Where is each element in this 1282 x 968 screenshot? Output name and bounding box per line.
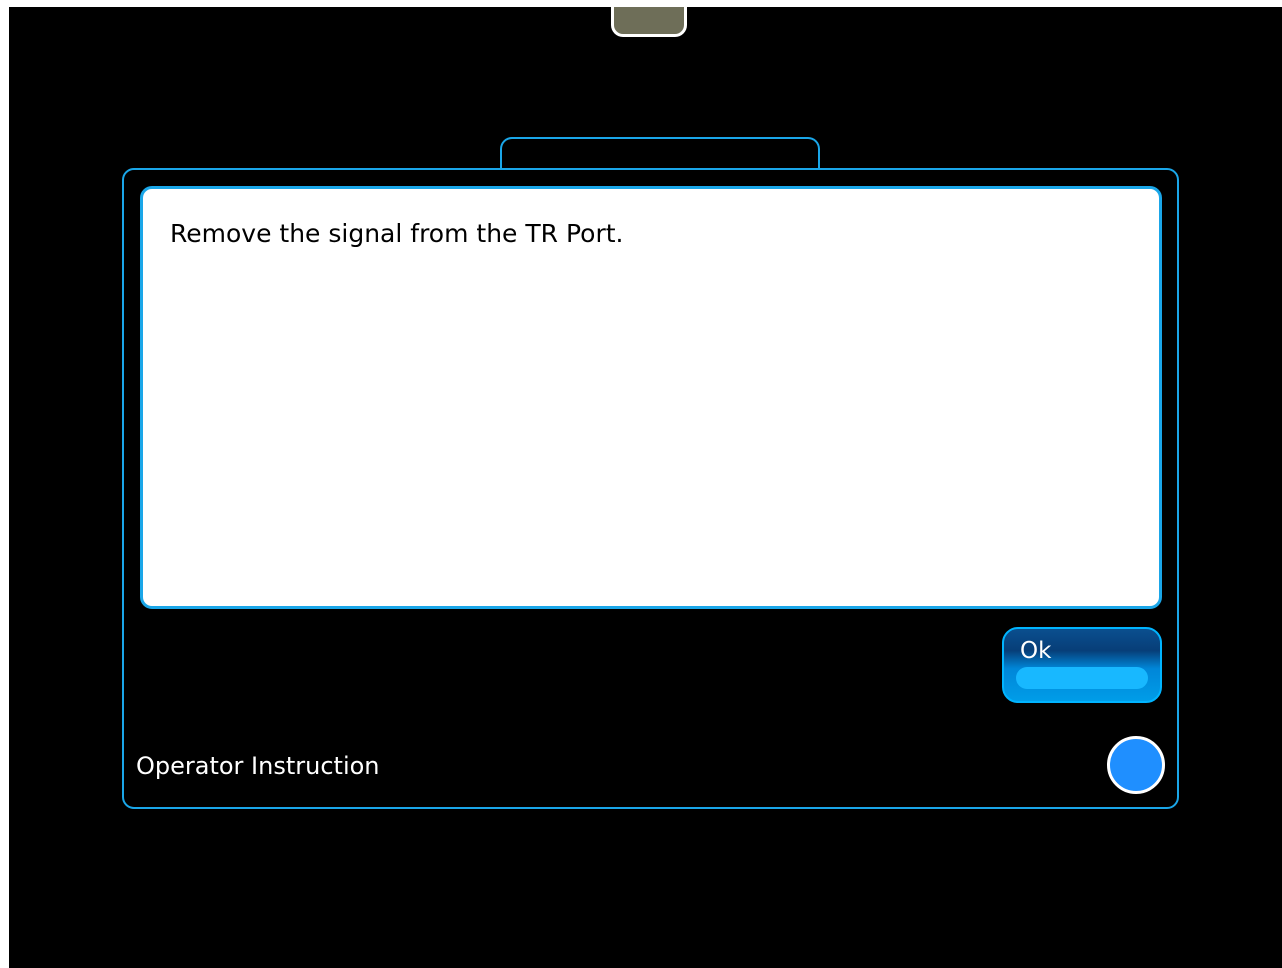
instrument-screen: Remove the signal from the TR Port. Ok O… [9,7,1282,968]
ok-button[interactable]: Ok [1002,627,1162,703]
instruction-message: Remove the signal from the TR Port. [170,219,624,248]
operator-instruction-dialog: Remove the signal from the TR Port. Ok O… [122,168,1179,809]
ok-button-highlight [1016,667,1148,689]
pull-tab-handle[interactable] [611,7,687,37]
message-box: Remove the signal from the TR Port. [140,186,1162,609]
ok-button-label: Ok [1020,638,1052,664]
dialog-caption: Operator Instruction [136,752,380,780]
dialog-tab [500,137,820,171]
status-indicator-icon [1107,736,1165,794]
